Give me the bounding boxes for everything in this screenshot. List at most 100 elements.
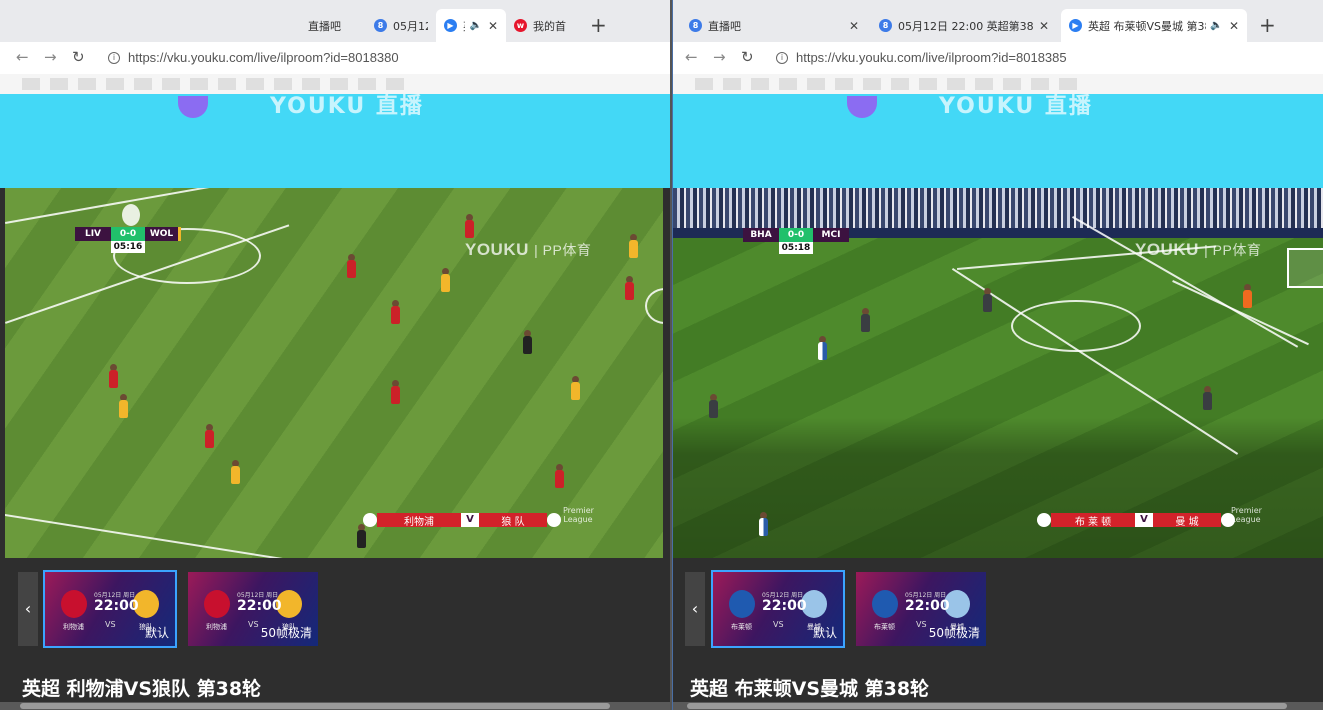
reload-icon[interactable]: ↻: [72, 48, 85, 66]
player-liverpool: [465, 214, 474, 238]
player-liverpool: [555, 464, 564, 488]
bookmark-item[interactable]: [695, 78, 713, 90]
tab-weibo[interactable]: w 我的首: [506, 9, 578, 42]
address-bar-row: ← → ↻ i https://vku.youku.com/live/ilpro…: [0, 42, 670, 74]
tab-schedule[interactable]: 8 05月12日 22:00 英超第38轮 ✕: [871, 9, 1057, 42]
forward-icon[interactable]: →: [44, 48, 57, 66]
bookmark-item[interactable]: [891, 78, 909, 90]
url-field[interactable]: https://vku.youku.com/live/ilproom?id=80…: [796, 50, 1067, 65]
pitch-line: [5, 514, 381, 558]
tab-bar: 8 直播吧 ✕ 8 05月12日 22:00 英超第38轮 ✕ ▶ 英超 布莱顿…: [673, 0, 1323, 42]
premier-league-crest-icon: [122, 204, 140, 226]
url-field[interactable]: https://vku.youku.com/live/ilproom?id=80…: [128, 50, 399, 65]
bookmark-item[interactable]: [218, 78, 236, 90]
bookmark-item[interactable]: [863, 78, 881, 90]
bookmark-item[interactable]: [723, 78, 741, 90]
lower-home-team: 利物浦: [377, 513, 461, 528]
bookmark-item[interactable]: [246, 78, 264, 90]
tab-label: 05月12: [393, 19, 428, 33]
thumb-home: 利物浦: [63, 623, 84, 631]
site-info-icon[interactable]: i: [108, 52, 120, 64]
tab-label: 05月12日 22:00 英超第38轮: [898, 19, 1033, 33]
premier-league-logo: Premier League: [563, 506, 594, 524]
bookmark-item[interactable]: [190, 78, 208, 90]
thumb-time: 22:00: [237, 598, 282, 614]
home-team-badge-icon: [1037, 513, 1051, 527]
forward-icon[interactable]: →: [713, 48, 726, 66]
thumb-vs: VS: [773, 620, 784, 629]
player-wolves: [119, 394, 128, 418]
youku-favicon-icon: ▶: [1069, 19, 1082, 32]
thumb-time: 22:00: [762, 598, 807, 614]
bookmark-item[interactable]: [835, 78, 853, 90]
close-tab-icon[interactable]: ✕: [1033, 19, 1049, 33]
thumb-time: 22:00: [94, 598, 139, 614]
bookmark-item[interactable]: [22, 78, 40, 90]
prev-stream-arrow[interactable]: ‹: [685, 572, 705, 646]
player-wolves: [571, 376, 580, 400]
stream-thumb-50fps[interactable]: 05月12日 周日 22:00 VS 利物浦 狼队 50帧极清: [188, 572, 318, 646]
stream-thumb-default[interactable]: 05月12日 周日 22:00 VS 利物浦 狼队 默认: [43, 570, 177, 648]
tab-schedule[interactable]: 8 05月12: [366, 9, 436, 42]
tab-zhibo8[interactable]: 直播吧: [300, 9, 365, 42]
player-man-city: [709, 394, 718, 418]
site-favicon-icon: 8: [374, 19, 387, 32]
stream-thumb-default[interactable]: 05月12日 周日 22:00 VS 布莱顿 曼城 默认: [711, 570, 845, 648]
lower-third-banner: 布 莱 顿 V 曼 城: [1037, 513, 1235, 528]
player-liverpool: [391, 300, 400, 324]
tab-youku-live[interactable]: ▶ 英 🔈 ✕: [436, 9, 506, 42]
liverpool-crest-icon: [204, 590, 230, 618]
stadium-crowd: [673, 188, 1323, 232]
bookmark-item[interactable]: [162, 78, 180, 90]
reload-icon[interactable]: ↻: [741, 48, 754, 66]
new-tab-button[interactable]: +: [1259, 13, 1276, 37]
player-liverpool: [347, 254, 356, 278]
back-icon[interactable]: ←: [16, 48, 29, 66]
bookmark-item[interactable]: [751, 78, 769, 90]
player-man-city: [983, 288, 992, 312]
site-header-banner: YOUKU 直播: [0, 94, 670, 188]
broadcast-watermark: YOUKU | PP体育: [1135, 240, 1261, 260]
tab-youku-live[interactable]: ▶ 英超 布莱顿VS曼城 第38 🔈 ✕: [1061, 9, 1247, 42]
scoreboard: BHA 0-0 MCI 05:18: [743, 228, 849, 254]
thumb-quality: 默认: [812, 626, 837, 640]
bookmark-item[interactable]: [779, 78, 797, 90]
tab-label: 直播吧: [708, 19, 741, 33]
bookmark-item[interactable]: [807, 78, 825, 90]
address-bar-row: ← → ↻ i https://vku.youku.com/live/ilpro…: [673, 42, 1323, 74]
bookmark-item[interactable]: [50, 78, 68, 90]
goal-net: [1287, 248, 1323, 288]
centre-circle: [1011, 300, 1141, 352]
lower-vs: V: [1135, 513, 1153, 527]
video-player[interactable]: BHA 0-0 MCI 05:18 YOUKU | PP体育 布 莱 顿 V 曼…: [673, 188, 1323, 558]
youku-favicon-icon: ▶: [444, 19, 457, 32]
video-player[interactable]: LIV 0-0 WOL 05:16 YOUKU | PP体育 利物浦 V 狼 队: [5, 188, 663, 558]
prev-stream-arrow[interactable]: ‹: [18, 572, 38, 646]
new-tab-button[interactable]: +: [590, 13, 607, 37]
tab-label: 英: [463, 18, 465, 34]
close-tab-icon[interactable]: ✕: [1223, 19, 1239, 33]
youku-logo-dot: [847, 96, 877, 118]
bookmark-item[interactable]: [106, 78, 124, 90]
bookmark-item[interactable]: [78, 78, 96, 90]
scrollbar-thumb[interactable]: [687, 703, 1287, 709]
stream-thumb-50fps[interactable]: 05月12日 周日 22:00 VS 布莱顿 曼城 50帧极清: [856, 572, 986, 646]
speaker-icon[interactable]: 🔈: [469, 20, 481, 31]
match-score: 0-0: [779, 228, 813, 242]
site-info-icon[interactable]: i: [776, 52, 788, 64]
scrollbar-thumb[interactable]: [20, 703, 610, 709]
thumb-quality: 50帧极清: [260, 626, 312, 640]
broadcast-watermark: YOUKU | PP体育: [465, 240, 591, 260]
bookmark-item[interactable]: [134, 78, 152, 90]
speaker-icon[interactable]: 🔈: [1210, 20, 1222, 31]
horizontal-scrollbar[interactable]: [673, 702, 1323, 710]
bookmark-item[interactable]: [919, 78, 937, 90]
player-goalkeeper: [1243, 284, 1252, 308]
player-goalkeeper: [523, 330, 532, 354]
close-tab-icon[interactable]: ✕: [482, 19, 498, 33]
player-liverpool: [391, 380, 400, 404]
back-icon[interactable]: ←: [685, 48, 698, 66]
tab-zhibo8[interactable]: 8 直播吧 ✕: [681, 9, 867, 42]
horizontal-scrollbar[interactable]: [0, 702, 670, 710]
close-tab-icon[interactable]: ✕: [843, 19, 859, 33]
